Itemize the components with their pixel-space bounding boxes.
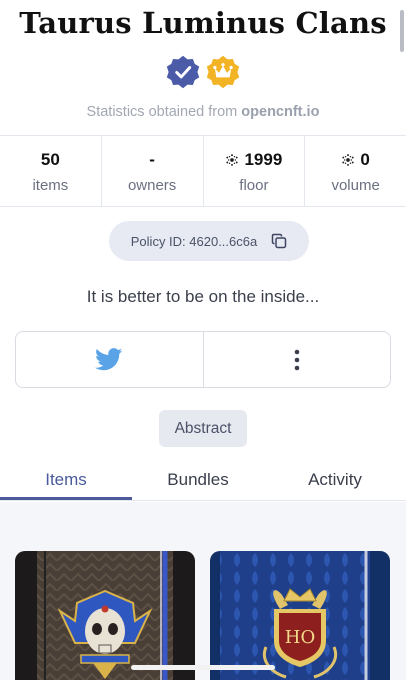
nft-card[interactable]: HO xyxy=(210,551,390,680)
skull-pharaoh-emblem-image xyxy=(15,551,195,680)
tab-items[interactable]: Items xyxy=(0,459,132,500)
home-indicator xyxy=(131,665,275,670)
stat-value: 1999 xyxy=(244,150,283,169)
copy-icon[interactable] xyxy=(271,233,287,249)
verified-badge-icon xyxy=(166,55,200,89)
stat-label: volume xyxy=(331,177,380,194)
crest-text: HO xyxy=(285,627,315,648)
crown-badge-icon xyxy=(206,55,240,89)
stat-value: 0 xyxy=(360,150,370,169)
more-options-button[interactable] xyxy=(202,332,391,387)
nft-card[interactable] xyxy=(15,551,195,680)
stats-source-prefix: Statistics obtained from xyxy=(86,104,238,120)
ho-crest-emblem-image: HO xyxy=(210,551,390,680)
stats-bar: 50 items - owners 1999 floor 0 volume xyxy=(0,135,406,207)
cardano-ada-icon xyxy=(226,154,239,166)
collection-description: It is better to be on the inside... xyxy=(86,287,320,306)
stat-owners: - owners xyxy=(102,136,204,206)
tab-bundles[interactable]: Bundles xyxy=(132,459,264,500)
policy-id-chip[interactable]: Policy ID: 4620...6c6a xyxy=(109,221,309,261)
stat-floor: 1999 floor xyxy=(204,136,306,206)
badges-row xyxy=(0,54,406,90)
stat-value: - xyxy=(149,150,155,169)
tab-activity[interactable]: Activity xyxy=(264,459,406,500)
stat-volume: 0 volume xyxy=(305,136,406,206)
twitter-icon xyxy=(95,348,123,371)
stats-source-link[interactable]: opencnft.io xyxy=(241,104,319,120)
collection-title: Taurus Luminus Clans xyxy=(19,6,387,40)
items-grid: HO xyxy=(0,502,406,680)
stat-label: floor xyxy=(239,177,269,194)
stats-source: Statistics obtained from opencnft.io xyxy=(0,104,406,120)
cardano-ada-icon xyxy=(342,154,355,166)
stat-label: items xyxy=(32,177,69,194)
stat-value: 50 xyxy=(40,150,60,169)
action-bar xyxy=(15,331,391,388)
stat-label: owners xyxy=(127,177,177,194)
policy-id-label: Policy ID: 4620...6c6a xyxy=(130,233,258,249)
collection-tabs: Items Bundles Activity xyxy=(0,459,406,501)
stat-items: 50 items xyxy=(0,136,102,206)
scroll-indicator xyxy=(400,10,404,52)
twitter-button[interactable] xyxy=(16,332,203,387)
category-tag[interactable]: Abstract xyxy=(159,410,247,447)
more-vertical-icon xyxy=(294,349,300,370)
